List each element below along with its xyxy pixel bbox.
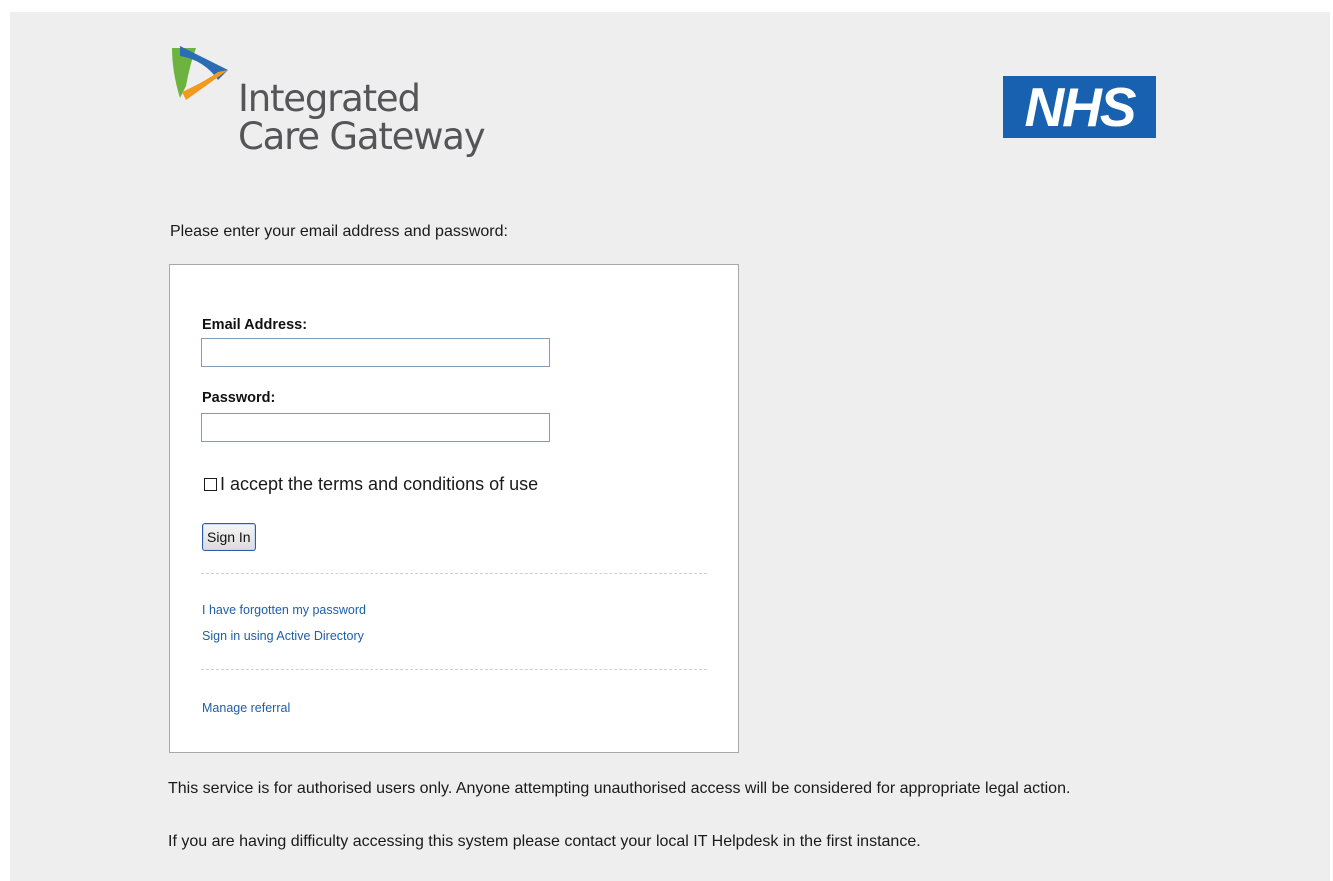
divider-bottom: [201, 669, 707, 670]
logo-mark-icon: [172, 46, 228, 100]
divider-top: [201, 573, 707, 574]
email-label: Email Address:: [202, 317, 308, 333]
authorised-users-notice: This service is for authorised users onl…: [168, 780, 1071, 797]
sign-in-button[interactable]: Sign In: [202, 523, 256, 551]
login-prompt: Please enter your email address and pass…: [170, 223, 508, 240]
terms-row[interactable]: I accept the terms and conditions of use: [204, 474, 538, 495]
terms-checkbox[interactable]: [204, 478, 217, 491]
manage-referral-link[interactable]: Manage referral: [202, 701, 290, 715]
login-box: Email Address: Password: I accept the te…: [169, 264, 739, 753]
integrated-care-gateway-logo: Integrated Care Gateway: [168, 42, 508, 182]
nhs-logo: NHS: [1003, 76, 1156, 138]
active-directory-link[interactable]: Sign in using Active Directory: [202, 629, 364, 643]
terms-label[interactable]: I accept the terms and conditions of use: [220, 474, 538, 495]
helpdesk-notice: If you are having difficulty accessing t…: [168, 833, 921, 850]
logo-line-2: Care Gateway: [238, 115, 486, 158]
password-field[interactable]: [201, 413, 550, 442]
login-page: Integrated Care Gateway NHS Please enter…: [10, 12, 1330, 881]
forgot-password-link[interactable]: I have forgotten my password: [202, 603, 366, 617]
logo-wordmark: Integrated Care Gateway: [238, 77, 486, 158]
email-field[interactable]: [201, 338, 550, 367]
password-label: Password:: [202, 390, 276, 406]
logo-line-1: Integrated: [238, 77, 421, 120]
